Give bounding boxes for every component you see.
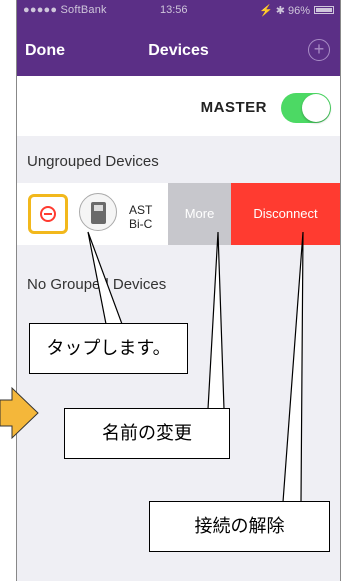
disconnect-callout: 接続の解除 [149, 501, 330, 552]
orange-arrow-icon [0, 386, 39, 440]
disconnect-pointer [282, 231, 304, 503]
rename-pointer [207, 231, 225, 410]
tap-callout: タップします。 [29, 323, 188, 374]
tap-pointer [87, 231, 123, 325]
rename-callout: 名前の変更 [64, 408, 230, 459]
screenshot-frame: ●●●●● SoftBank 13:56 ⚡ ✱ 96% Done Device… [0, 0, 357, 581]
callout-pointers [0, 231, 304, 503]
